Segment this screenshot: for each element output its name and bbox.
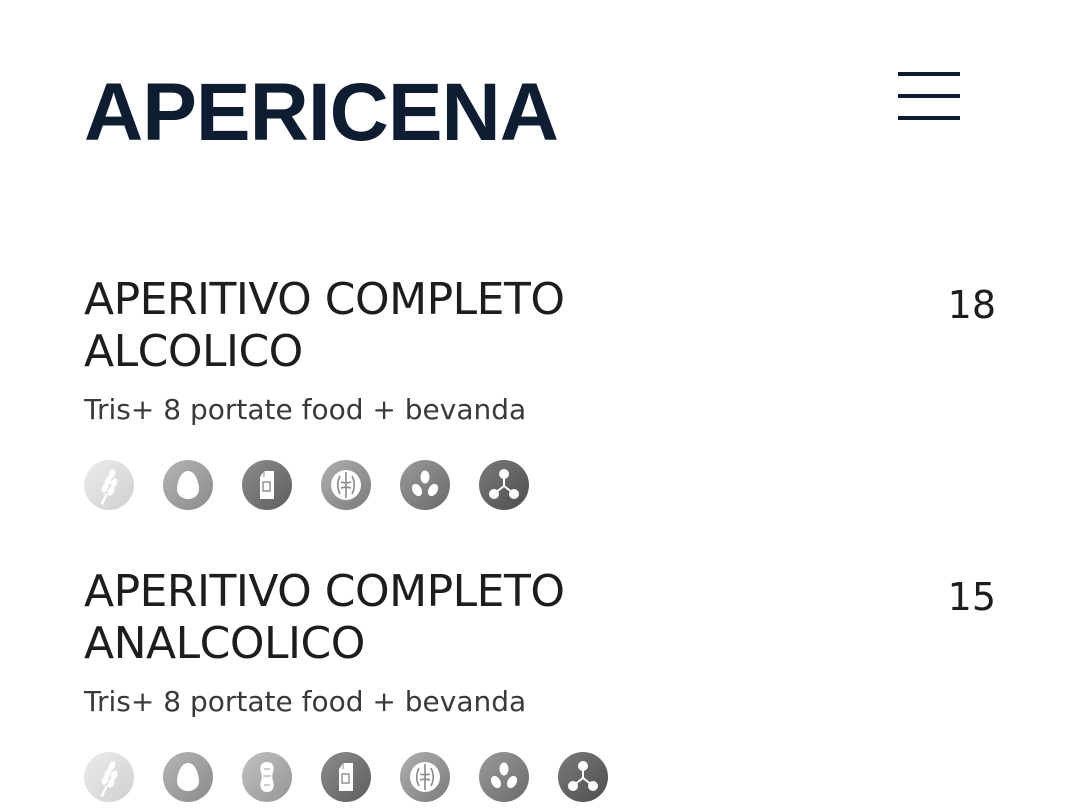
- list-item: APERITIVO COMPLETO ANALCOLICO 15 Tris+ 8…: [84, 566, 1004, 802]
- item-name: APERITIVO COMPLETO ANALCOLICO: [84, 566, 565, 669]
- gluten-icon: [84, 752, 134, 802]
- allergen-list: [84, 460, 1004, 510]
- allergen-list: [84, 752, 1004, 802]
- egg-icon: [163, 460, 213, 510]
- item-description: Tris+ 8 portate food + bevanda: [84, 685, 527, 718]
- nuts-icon: [400, 752, 450, 802]
- peanut-icon: [242, 752, 292, 802]
- list-item: APERITIVO COMPLETO ALCOLICO 18 Tris+ 8 p…: [84, 274, 1004, 510]
- soy-icon: [479, 752, 529, 802]
- hamburger-menu-icon[interactable]: [892, 66, 966, 128]
- item-description: Tris+ 8 portate food + bevanda: [84, 393, 527, 426]
- sulfites-icon: [558, 752, 608, 802]
- gluten-icon: [84, 460, 134, 510]
- milk-icon: [321, 752, 371, 802]
- soy-icon: [400, 460, 450, 510]
- nuts-icon: [321, 460, 371, 510]
- item-price: 15: [947, 575, 996, 619]
- item-price: 18: [947, 283, 996, 327]
- sulfites-icon: [479, 460, 529, 510]
- item-name: APERITIVO COMPLETO ALCOLICO: [84, 274, 565, 377]
- page-title: APERICENA: [84, 67, 559, 158]
- egg-icon: [163, 752, 213, 802]
- milk-icon: [242, 460, 292, 510]
